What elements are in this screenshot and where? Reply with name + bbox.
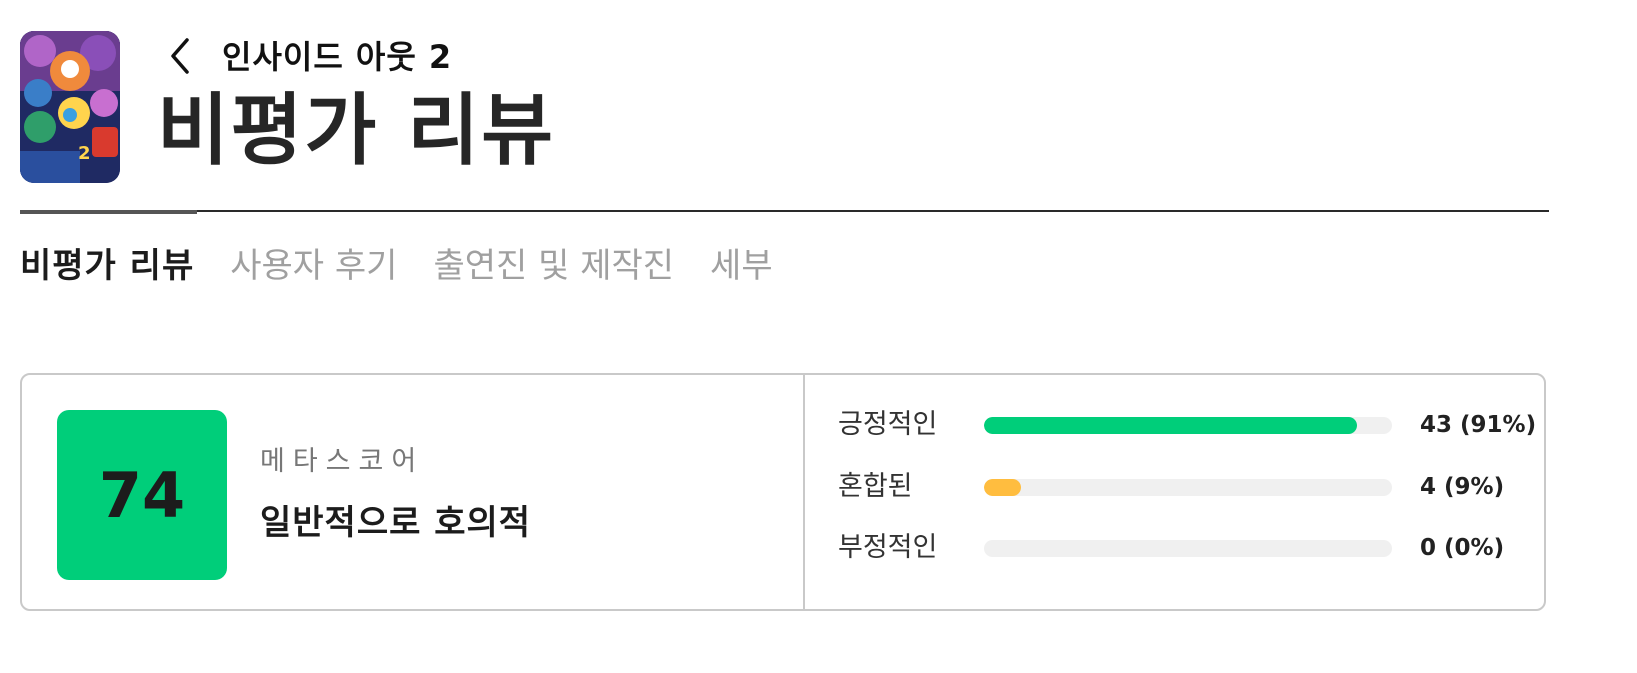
- distribution-label: 부정적인: [838, 532, 938, 563]
- distribution-count: 4 (9%): [1420, 474, 1505, 500]
- page-title: 비평가 리뷰: [157, 86, 555, 176]
- tab-critic-reviews[interactable]: 비평가 리뷰: [20, 247, 194, 285]
- distribution-bar-track: [984, 417, 1392, 434]
- metascore-badge: 74: [57, 410, 227, 580]
- metascore-label: 메타스코어: [260, 446, 425, 477]
- distribution-bar-track: [984, 479, 1392, 496]
- poster-artwork: 2: [20, 31, 120, 183]
- card-divider: [803, 375, 805, 609]
- distribution-bar-track: [984, 540, 1392, 557]
- distribution-count: 43 (91%): [1420, 412, 1537, 438]
- tab-details[interactable]: 세부: [710, 247, 773, 285]
- distribution-label: 혼합된: [838, 471, 913, 502]
- distribution-row-positive[interactable]: 긍정적인 43 (91%): [838, 405, 1538, 445]
- tab-user-reviews[interactable]: 사용자 후기: [230, 247, 397, 285]
- movie-poster[interactable]: 2: [20, 31, 120, 183]
- movie-title-link[interactable]: 인사이드 아웃 2: [222, 32, 452, 78]
- distribution-bar-fill: [984, 417, 1358, 434]
- distribution-bar-fill: [984, 479, 1021, 496]
- critic-reviews-page: 2 인사이드 아웃 2 비평가 리뷰 비평가 리뷰 사용자 후기 출연진 및 제…: [0, 0, 1637, 673]
- distribution-count: 0 (0%): [1420, 535, 1505, 561]
- metascore-description: 일반적으로 호의적: [260, 503, 532, 543]
- svg-text:2: 2: [78, 143, 91, 164]
- metascore-card: 74 메타스코어 일반적으로 호의적 긍정적인 43 (91%) 혼합된 4 (…: [20, 373, 1546, 611]
- back-button[interactable]: [160, 34, 200, 78]
- tab-cast-crew[interactable]: 출연진 및 제작진: [433, 247, 674, 285]
- distribution-row-mixed[interactable]: 혼합된 4 (9%): [838, 467, 1538, 507]
- header-divider: [20, 210, 1549, 212]
- section-tabs: 비평가 리뷰 사용자 후기 출연진 및 제작진 세부: [20, 247, 809, 285]
- chevron-left-icon: [171, 38, 189, 74]
- active-tab-indicator: [20, 210, 197, 214]
- distribution-row-negative[interactable]: 부정적인 0 (0%): [838, 528, 1538, 568]
- distribution-label: 긍정적인: [838, 409, 938, 440]
